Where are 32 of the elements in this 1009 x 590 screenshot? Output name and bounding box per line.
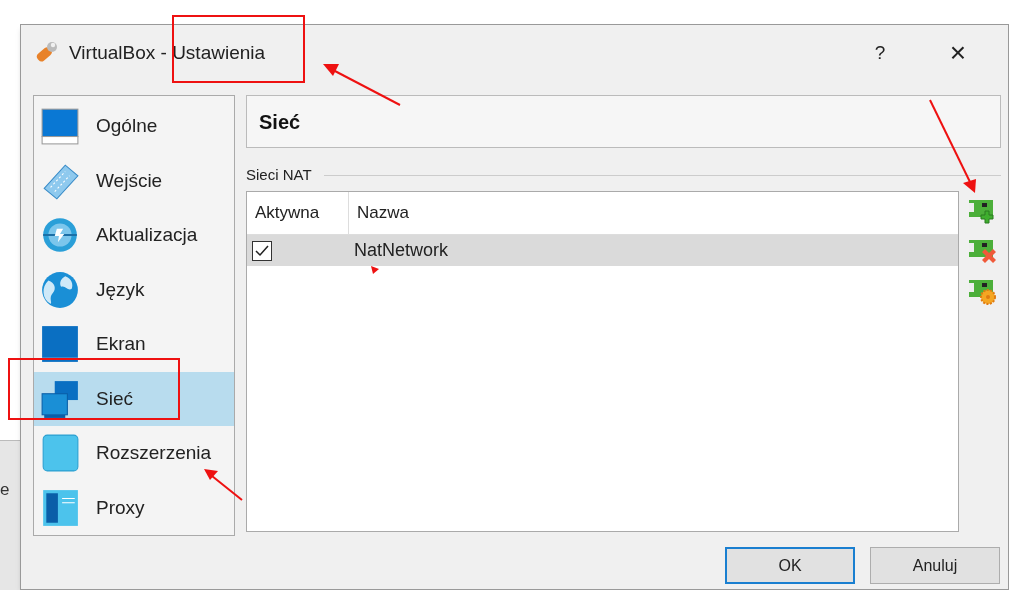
close-button[interactable]: × — [938, 39, 978, 67]
table-cell-text: NatNetwork — [354, 239, 449, 262]
sidebar-item[interactable]: Rozszerzenia — [34, 426, 234, 481]
globe-icon — [40, 269, 80, 310]
network-monitors-icon — [40, 378, 80, 419]
sidebar-item[interactable]: Ogólne — [34, 99, 234, 154]
column-header[interactable]: Aktywna — [247, 192, 349, 234]
monitor-icon — [40, 106, 80, 147]
sidebar-item[interactable]: Język — [34, 262, 234, 317]
sidebar-item[interactable]: Ekran — [34, 317, 234, 372]
display-icon — [40, 324, 80, 365]
annotation-arrow — [204, 469, 243, 501]
sidebar-item[interactable]: Sieć — [34, 371, 234, 426]
checkmark-icon — [255, 244, 269, 257]
window-title: VirtualBox - Ustawienia — [69, 40, 266, 65]
section-label: Sieci NAT — [246, 164, 312, 185]
cancel-button[interactable]: Anuluj — [870, 547, 1000, 584]
checkbox[interactable] — [252, 240, 272, 261]
sidebar-item[interactable]: Aktualizacja — [34, 208, 234, 263]
help-button[interactable]: ? — [860, 38, 900, 68]
table-row[interactable]: NatNetwork — [247, 235, 958, 266]
network-card-gear-icon[interactable] — [967, 277, 997, 305]
network-card-plus-icon[interactable] — [967, 197, 997, 225]
sidebar-item[interactable]: Wejście — [34, 153, 234, 208]
column-header[interactable]: Nazwa — [349, 192, 958, 234]
network-card-cross-icon[interactable] — [967, 237, 997, 265]
window-text-fragment: e — [0, 479, 10, 501]
panels-icon — [40, 487, 80, 528]
sidebar-item[interactable]: Proxy — [34, 480, 234, 535]
page-title: Sieć — [259, 109, 301, 135]
square-icon — [40, 433, 80, 474]
ok-button[interactable]: OK — [725, 547, 855, 584]
